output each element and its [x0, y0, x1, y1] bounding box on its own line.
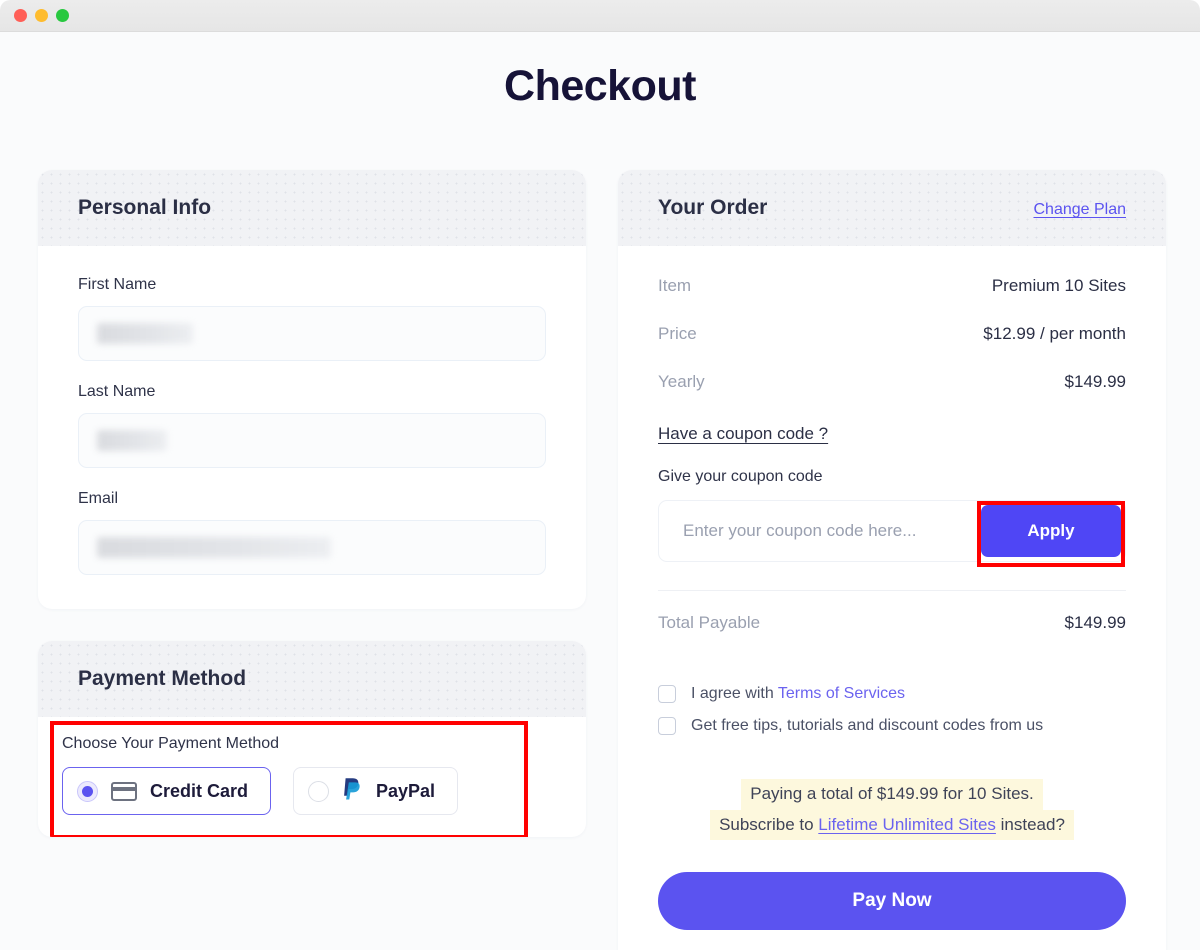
minimize-window-button[interactable] [35, 9, 48, 22]
order-row-value: Premium 10 Sites [991, 276, 1126, 295]
newsletter-checkbox[interactable] [658, 717, 676, 735]
coupon-code-input[interactable] [659, 501, 981, 561]
right-column: Your Order Change Plan Item Premium 10 S… [618, 170, 1166, 950]
upsell-suffix: instead? [995, 814, 1065, 834]
order-row-item: Item Premium 10 Sites [658, 276, 1126, 296]
order-row-key: Yearly [658, 372, 705, 391]
payment-method-header: Payment Method [38, 641, 586, 717]
first-name-field[interactable] [78, 306, 546, 361]
order-summary-body: Item Premium 10 Sites Price $12.99 / per… [618, 246, 1166, 950]
order-row-yearly: Yearly $149.99 [658, 372, 1126, 392]
personal-info-body: First Name Last Name Email [38, 246, 586, 609]
page-title: Checkout [504, 62, 696, 110]
have-coupon-code-link[interactable]: Have a coupon code ? [658, 424, 828, 444]
close-window-button[interactable] [14, 9, 27, 22]
checkout-page: Checkout Personal Info First Name Last N… [0, 32, 1200, 950]
apply-coupon-button[interactable]: Apply [981, 505, 1121, 557]
payment-option-label: PayPal [376, 780, 436, 801]
upsell-prefix: Subscribe to [719, 814, 819, 834]
payment-method-options: Credit Card PayPal [62, 767, 562, 815]
maximize-window-button[interactable] [56, 9, 69, 22]
order-row-price: Price $12.99 / per month [658, 324, 1126, 344]
coupon-code-label: Give your coupon code [658, 468, 823, 485]
change-plan-link[interactable]: Change Plan [1033, 201, 1126, 219]
email-label: Email [78, 490, 119, 507]
order-row-key: Item [658, 276, 692, 295]
order-summary-header: Your Order Change Plan [618, 170, 1166, 246]
agreement-checkboxes: I agree with Terms of Services Get free … [658, 685, 1126, 735]
personal-info-title: Personal Info [78, 196, 212, 219]
browser-window: Checkout Personal Info First Name Last N… [0, 0, 1200, 950]
newsletter-checkbox-label: Get free tips, tutorials and discount co… [691, 717, 1044, 734]
order-summary-card: Your Order Change Plan Item Premium 10 S… [618, 170, 1166, 950]
lifetime-unlimited-sites-link[interactable]: Lifetime Unlimited Sites [818, 815, 996, 834]
email-field[interactable] [78, 520, 546, 575]
payment-option-paypal[interactable]: PayPal [293, 767, 459, 815]
browser-titlebar [0, 0, 1200, 32]
left-column: Personal Info First Name Last Name Email [38, 170, 586, 837]
choose-payment-method-label: Choose Your Payment Method [62, 735, 280, 752]
paypal-icon [342, 777, 363, 806]
redacted-value [97, 537, 331, 558]
payment-option-credit-card[interactable]: Credit Card [62, 767, 272, 815]
terms-of-services-link[interactable]: Terms of Services [778, 685, 905, 702]
radio-credit-card[interactable] [77, 780, 98, 802]
redacted-value [97, 430, 167, 451]
credit-card-icon [111, 781, 137, 801]
last-name-field[interactable] [78, 413, 546, 468]
total-note: Paying a total of $149.99 for 10 Sites. [741, 779, 1043, 810]
total-payable-value: $149.99 [1064, 613, 1126, 632]
checkout-columns: Personal Info First Name Last Name Email [0, 111, 1200, 950]
order-row-value: $12.99 / per month [983, 324, 1126, 343]
terms-checkbox-label: I agree with Terms of Services [691, 685, 905, 703]
payment-method-title: Payment Method [78, 667, 247, 690]
personal-info-header: Personal Info [38, 170, 586, 246]
order-row-value: $149.99 [1064, 372, 1126, 391]
payment-method-card: Payment Method Choose Your Payment Metho… [38, 641, 586, 837]
terms-checkbox-row: I agree with Terms of Services [658, 685, 1126, 703]
redacted-value [97, 323, 193, 344]
payment-option-label: Credit Card [150, 780, 249, 801]
personal-info-card: Personal Info First Name Last Name Email [38, 170, 586, 609]
total-divider [658, 590, 1126, 591]
order-row-total: Total Payable $149.99 [658, 613, 1126, 633]
order-summary-title: Your Order [658, 196, 768, 219]
last-name-label: Last Name [78, 383, 156, 400]
radio-paypal[interactable] [308, 780, 330, 802]
newsletter-checkbox-row: Get free tips, tutorials and discount co… [658, 717, 1126, 735]
terms-prefix: I agree with [691, 685, 778, 702]
first-name-label: First Name [78, 276, 157, 293]
upsell-note: Subscribe to Lifetime Unlimited Sites in… [710, 809, 1074, 841]
order-notes: Paying a total of $149.99 for 10 Sites. … [658, 779, 1126, 841]
order-row-key: Price [658, 324, 697, 343]
terms-checkbox[interactable] [658, 685, 676, 703]
pay-now-button[interactable]: Pay Now [658, 872, 1126, 931]
payment-method-body: Choose Your Payment Method Credit Card P… [38, 717, 586, 837]
total-payable-label: Total Payable [658, 613, 761, 632]
coupon-row: Apply [658, 500, 1126, 567]
